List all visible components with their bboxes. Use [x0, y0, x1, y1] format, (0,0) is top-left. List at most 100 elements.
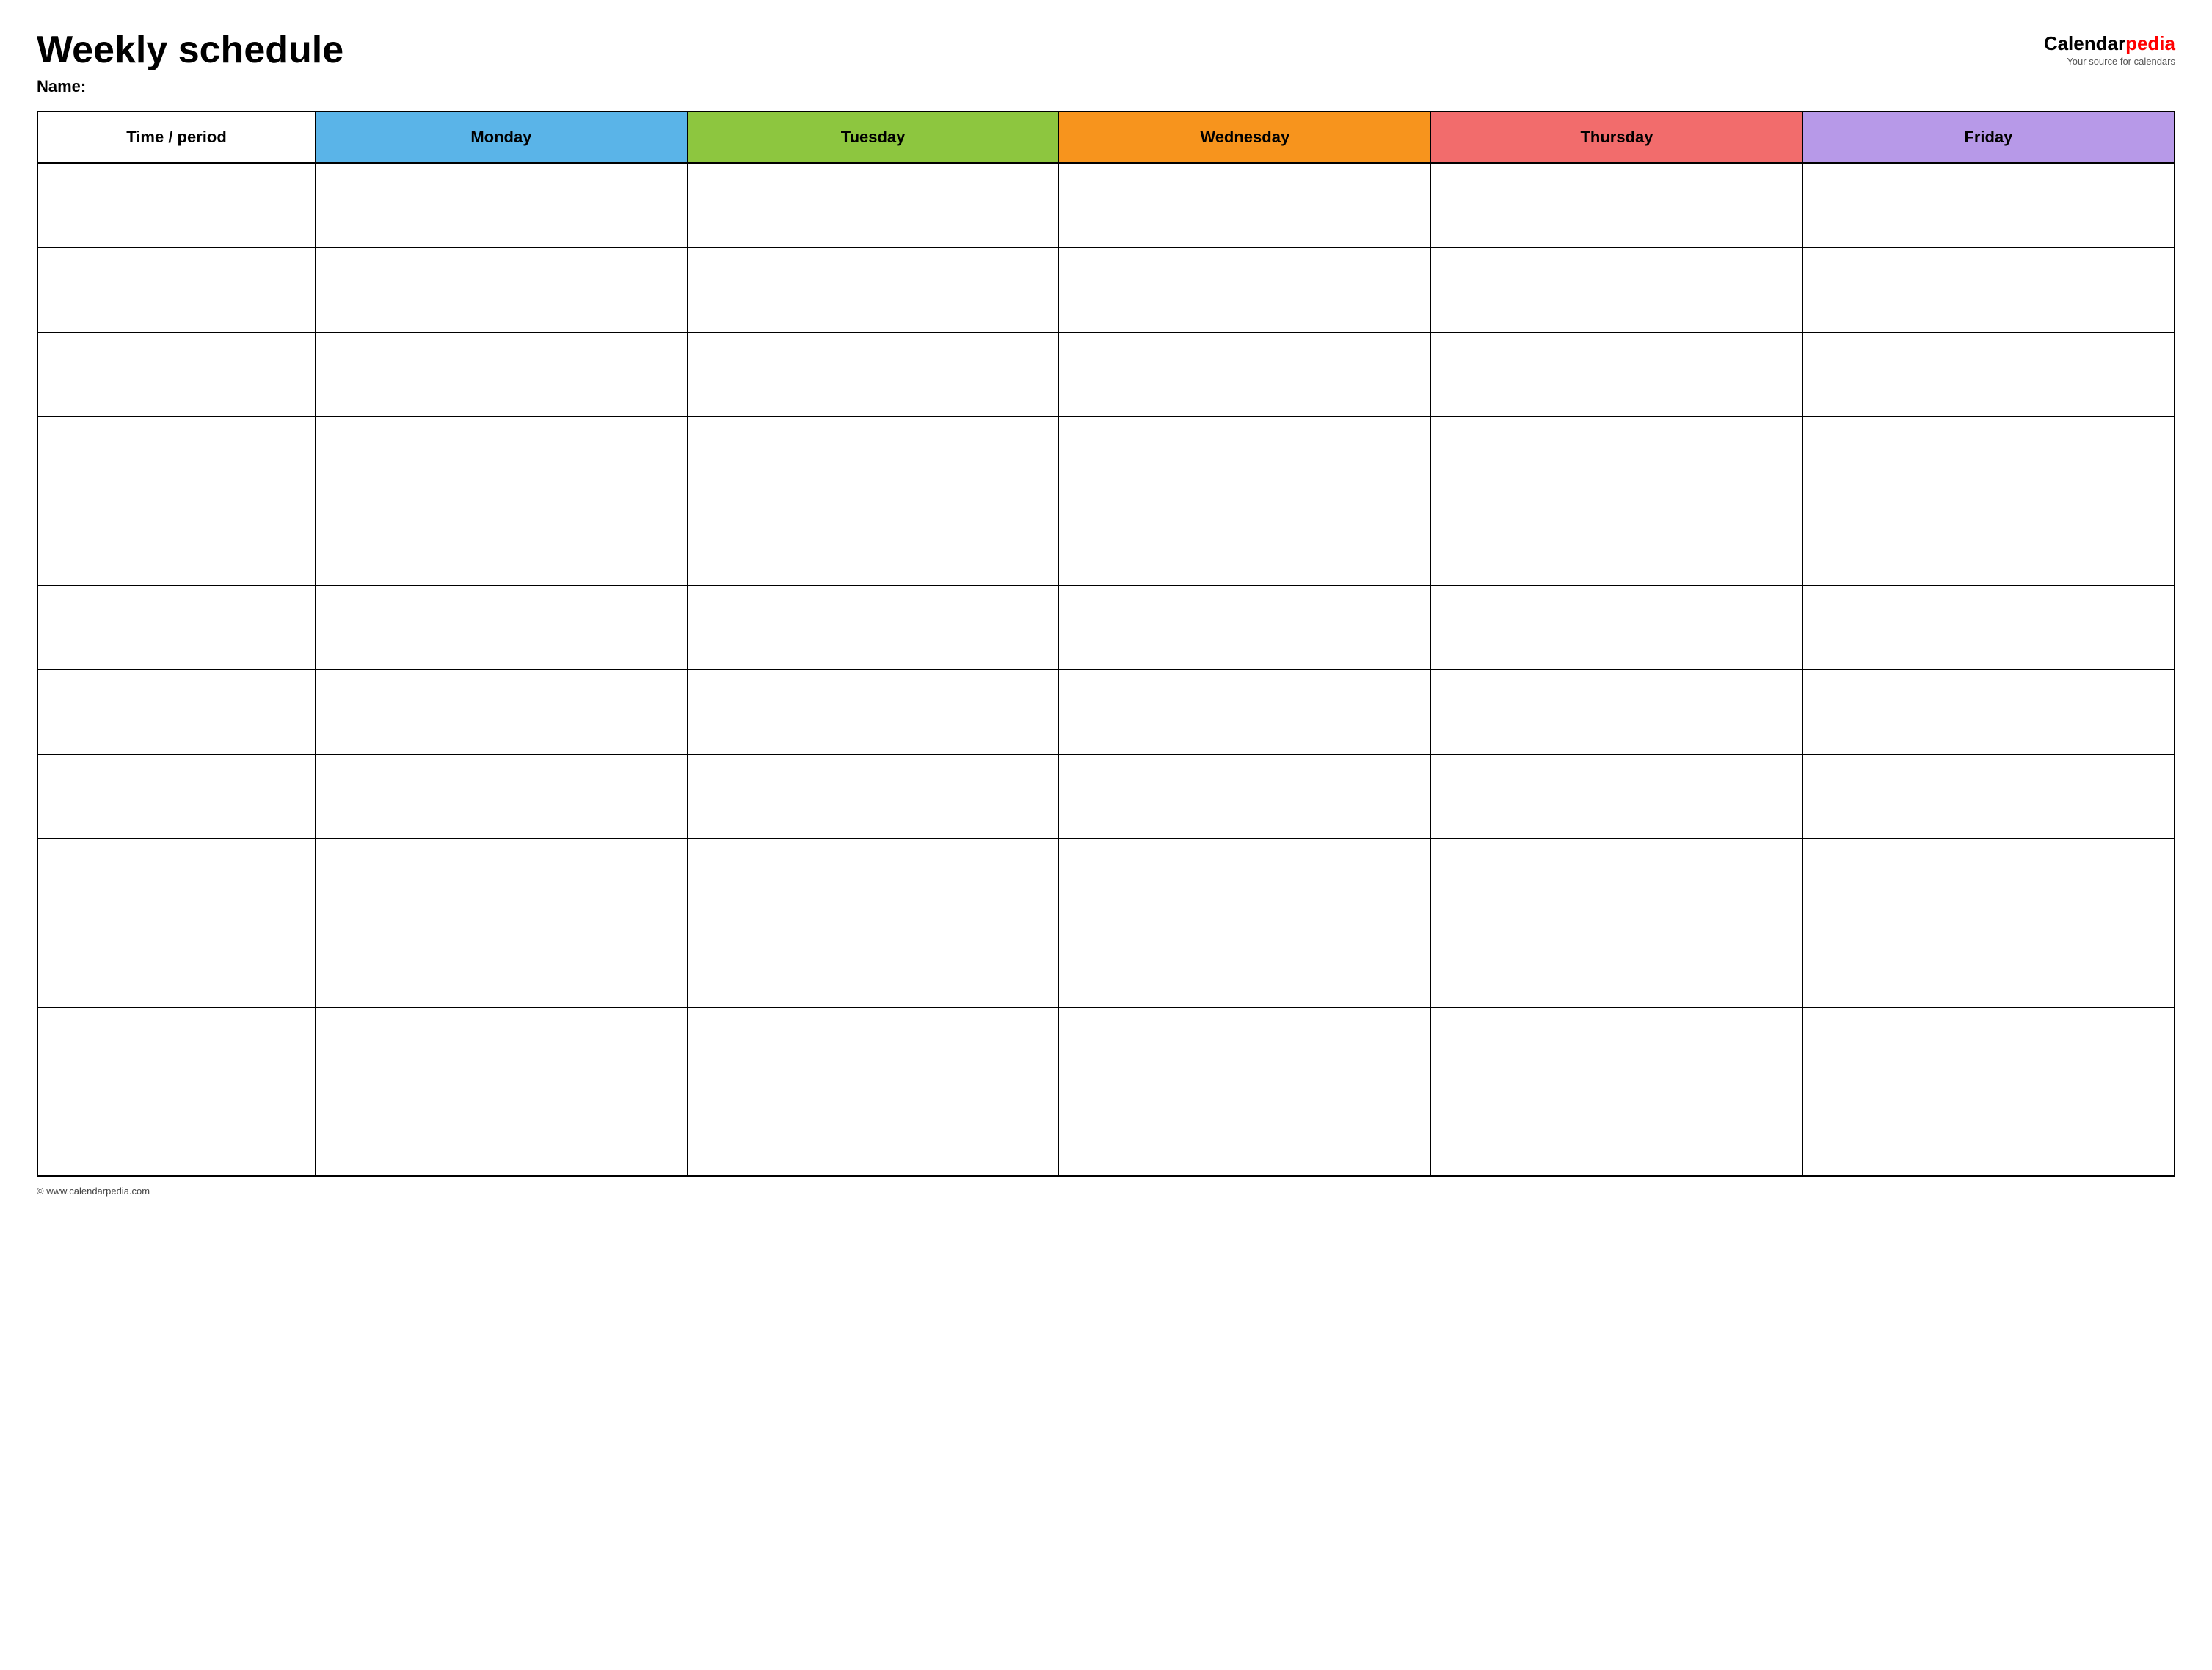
day-cell[interactable] [687, 1092, 1059, 1176]
col-header-tuesday: Tuesday [687, 112, 1059, 163]
day-cell[interactable] [1431, 585, 1803, 669]
time-cell[interactable] [37, 585, 316, 669]
table-row [37, 501, 2175, 585]
logo-text: Calendarpedia [2044, 33, 2175, 54]
day-cell[interactable] [687, 416, 1059, 501]
day-cell[interactable] [316, 754, 688, 838]
time-cell[interactable] [37, 838, 316, 923]
table-row [37, 1092, 2175, 1176]
day-cell[interactable] [1802, 163, 2175, 247]
table-row [37, 1007, 2175, 1092]
day-cell[interactable] [687, 669, 1059, 754]
day-cell[interactable] [1059, 585, 1431, 669]
day-cell[interactable] [687, 501, 1059, 585]
day-cell[interactable] [1059, 838, 1431, 923]
time-cell[interactable] [37, 501, 316, 585]
day-cell[interactable] [1059, 501, 1431, 585]
day-cell[interactable] [1059, 416, 1431, 501]
day-cell[interactable] [687, 923, 1059, 1007]
logo-section: Calendarpedia Your source for calendars [2044, 29, 2175, 67]
time-cell[interactable] [37, 332, 316, 416]
day-cell[interactable] [687, 585, 1059, 669]
day-cell[interactable] [1802, 923, 2175, 1007]
time-cell[interactable] [37, 163, 316, 247]
day-cell[interactable] [1059, 1092, 1431, 1176]
day-cell[interactable] [687, 163, 1059, 247]
day-cell[interactable] [687, 332, 1059, 416]
day-cell[interactable] [1431, 669, 1803, 754]
day-cell[interactable] [1431, 501, 1803, 585]
day-cell[interactable] [1431, 332, 1803, 416]
day-cell[interactable] [687, 754, 1059, 838]
time-cell[interactable] [37, 923, 316, 1007]
day-cell[interactable] [1059, 669, 1431, 754]
page-header: Weekly schedule Name: Calendarpedia Your… [37, 29, 2175, 96]
day-cell[interactable] [1059, 163, 1431, 247]
day-cell[interactable] [316, 501, 688, 585]
title-section: Weekly schedule Name: [37, 29, 343, 96]
col-header-wednesday: Wednesday [1059, 112, 1431, 163]
day-cell[interactable] [316, 332, 688, 416]
day-cell[interactable] [1802, 754, 2175, 838]
logo-calendar-part: Calendar [2044, 32, 2125, 54]
footer: © www.calendarpedia.com [37, 1186, 2175, 1197]
day-cell[interactable] [1802, 1007, 2175, 1092]
copyright-text: © www.calendarpedia.com [37, 1186, 150, 1197]
day-cell[interactable] [316, 163, 688, 247]
table-row [37, 247, 2175, 332]
day-cell[interactable] [1802, 1092, 2175, 1176]
day-cell[interactable] [316, 669, 688, 754]
day-cell[interactable] [316, 923, 688, 1007]
day-cell[interactable] [1059, 247, 1431, 332]
day-cell[interactable] [1431, 754, 1803, 838]
day-cell[interactable] [316, 416, 688, 501]
table-row [37, 754, 2175, 838]
time-cell[interactable] [37, 754, 316, 838]
time-cell[interactable] [37, 1092, 316, 1176]
day-cell[interactable] [316, 1007, 688, 1092]
day-cell[interactable] [1431, 1007, 1803, 1092]
day-cell[interactable] [687, 1007, 1059, 1092]
day-cell[interactable] [1431, 838, 1803, 923]
day-cell[interactable] [316, 585, 688, 669]
col-header-monday: Monday [316, 112, 688, 163]
logo-pedia-part: pedia [2125, 32, 2175, 54]
day-cell[interactable] [1802, 669, 2175, 754]
day-cell[interactable] [1431, 416, 1803, 501]
day-cell[interactable] [1802, 838, 2175, 923]
time-cell[interactable] [37, 1007, 316, 1092]
header-row: Time / period Monday Tuesday Wednesday T… [37, 112, 2175, 163]
day-cell[interactable] [687, 247, 1059, 332]
col-header-friday: Friday [1802, 112, 2175, 163]
page-title: Weekly schedule [37, 29, 343, 71]
day-cell[interactable] [316, 1092, 688, 1176]
table-row [37, 923, 2175, 1007]
day-cell[interactable] [1802, 501, 2175, 585]
day-cell[interactable] [1059, 923, 1431, 1007]
name-label: Name: [37, 77, 343, 96]
table-row [37, 838, 2175, 923]
day-cell[interactable] [1059, 332, 1431, 416]
day-cell[interactable] [1802, 585, 2175, 669]
day-cell[interactable] [1431, 1092, 1803, 1176]
day-cell[interactable] [1431, 923, 1803, 1007]
table-row [37, 585, 2175, 669]
day-cell[interactable] [1802, 247, 2175, 332]
table-row [37, 163, 2175, 247]
day-cell[interactable] [1431, 247, 1803, 332]
col-header-time: Time / period [37, 112, 316, 163]
table-row [37, 669, 2175, 754]
time-cell[interactable] [37, 416, 316, 501]
day-cell[interactable] [1059, 1007, 1431, 1092]
schedule-table: Time / period Monday Tuesday Wednesday T… [37, 111, 2175, 1177]
day-cell[interactable] [1431, 163, 1803, 247]
day-cell[interactable] [687, 838, 1059, 923]
day-cell[interactable] [316, 838, 688, 923]
time-cell[interactable] [37, 669, 316, 754]
day-cell[interactable] [316, 247, 688, 332]
table-row [37, 332, 2175, 416]
day-cell[interactable] [1802, 416, 2175, 501]
day-cell[interactable] [1802, 332, 2175, 416]
time-cell[interactable] [37, 247, 316, 332]
day-cell[interactable] [1059, 754, 1431, 838]
